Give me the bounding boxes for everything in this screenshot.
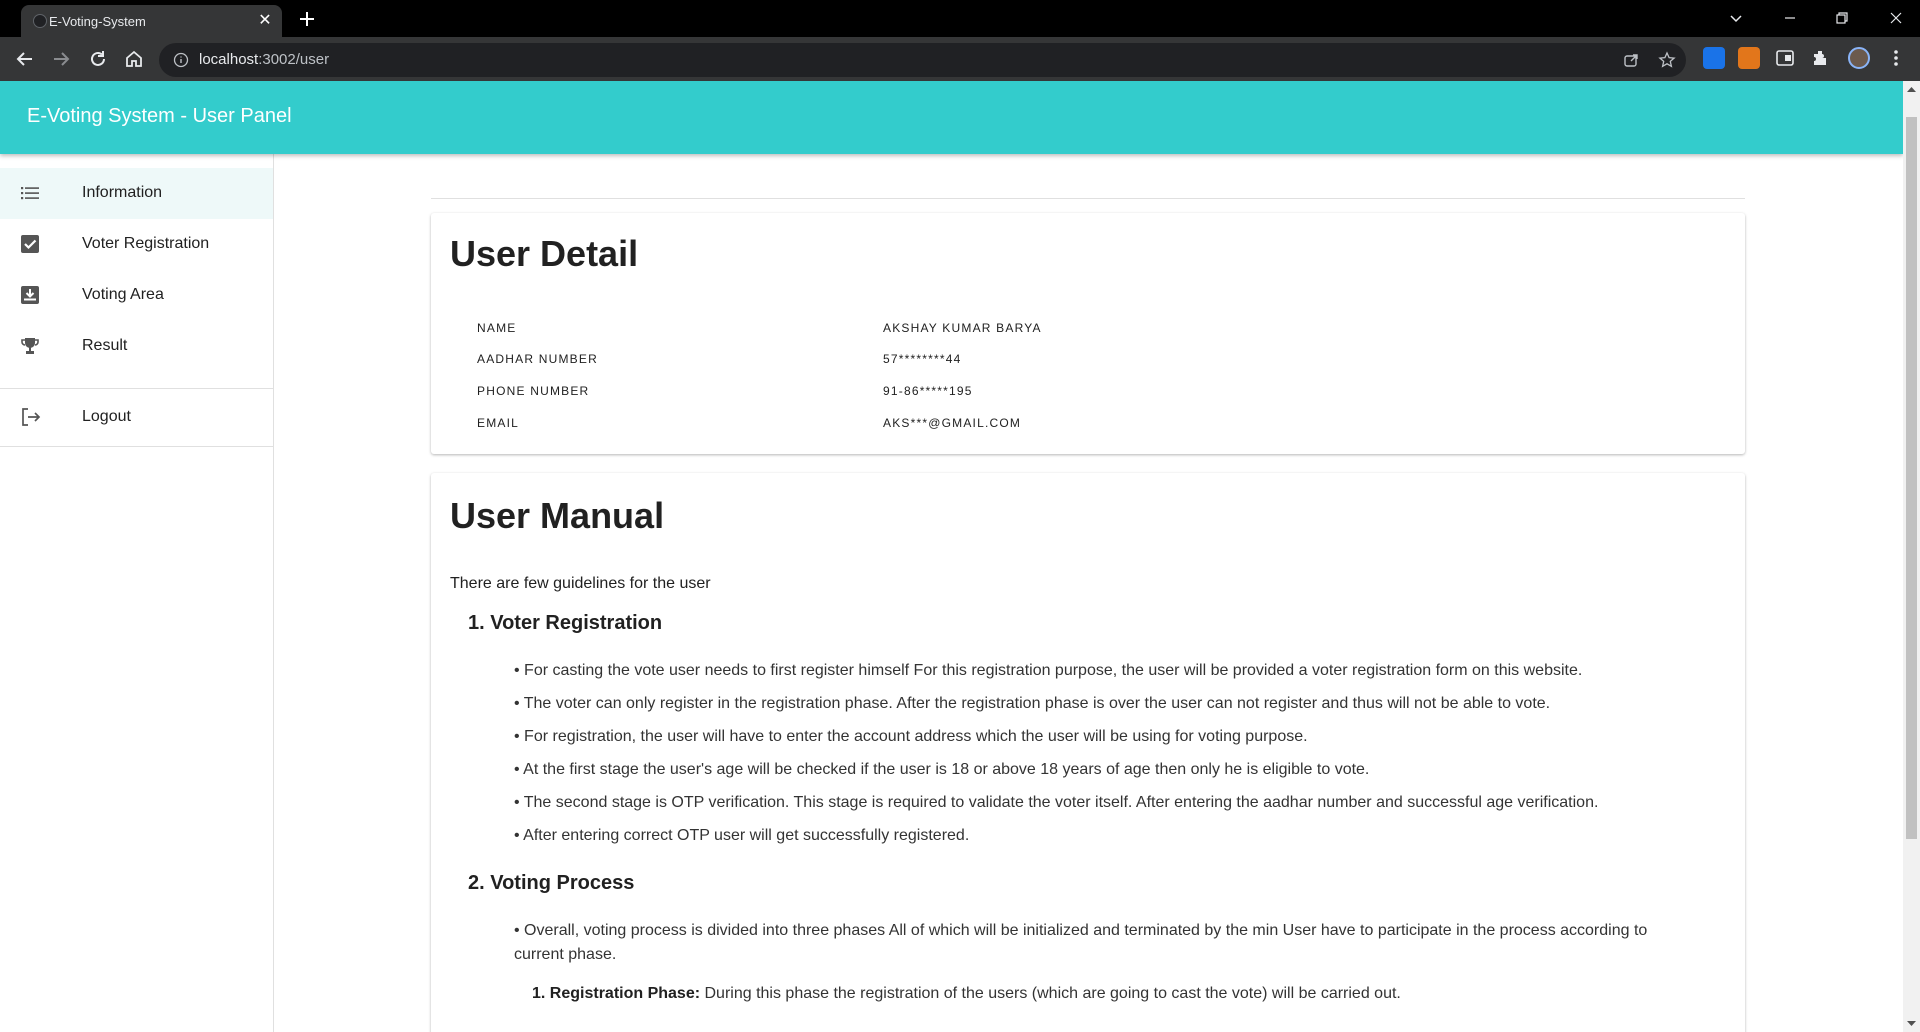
browser-tab-strip: E-Voting-System ✕	[0, 0, 1920, 37]
tab-favicon-icon	[33, 14, 47, 28]
guideline-bullet: • For casting the vote user needs to fir…	[514, 662, 1583, 679]
detail-value: 91-86*****195	[883, 384, 973, 398]
detail-key: EMAIL	[477, 416, 520, 430]
page-viewport: E-Voting System - User Panel Information…	[0, 81, 1903, 1032]
detail-row-phone: PHONE NUMBER 91-86*****195	[477, 376, 1717, 406]
sidebar-divider	[0, 446, 273, 447]
extension-metamask-icon[interactable]	[1738, 47, 1760, 69]
profile-avatar[interactable]	[1848, 47, 1870, 69]
app-bar: E-Voting System - User Panel	[0, 81, 1903, 154]
scrollbar-thumb[interactable]	[1906, 117, 1917, 839]
detail-key: AADHAR NUMBER	[477, 352, 598, 366]
bookmark-star-icon[interactable]	[1658, 51, 1676, 69]
tab-search-chevron-icon[interactable]	[1724, 6, 1748, 30]
browser-tab[interactable]: E-Voting-System ✕	[21, 5, 282, 37]
logout-label: Logout	[82, 408, 131, 425]
share-icon[interactable]	[1622, 51, 1640, 69]
detail-row-name: NAME AKSHAY KUMAR BARYA	[477, 313, 1717, 343]
url-text: localhost:3002/user	[199, 51, 329, 68]
detail-row-email: EMAIL AKS***@GMAIL.COM	[477, 408, 1717, 438]
guideline-bullet: • After entering correct OTP user will g…	[514, 827, 970, 844]
scroll-down-arrow-icon[interactable]	[1907, 1019, 1916, 1028]
user-detail-card: User Detail NAME AKSHAY KUMAR BARYA AADH…	[431, 213, 1745, 454]
guideline-bullet: • The voter can only register in the reg…	[514, 695, 1551, 712]
guideline-bullet: • Overall, voting process is divided int…	[514, 922, 1648, 963]
url-path: :3002/user	[258, 51, 330, 68]
browser-toolbar: localhost:3002/user	[0, 37, 1920, 81]
manual-intro: There are few guidelines for the user	[450, 575, 711, 592]
site-info-icon[interactable]	[173, 52, 189, 68]
user-detail-title: User Detail	[450, 233, 639, 274]
tab-close-icon[interactable]: ✕	[255, 11, 275, 31]
close-window-icon[interactable]	[1884, 6, 1908, 30]
detail-row-aadhar: AADHAR NUMBER 57********44	[477, 344, 1717, 374]
content-divider	[431, 198, 1745, 199]
sidebar-item-information[interactable]: Information	[0, 168, 273, 219]
sidebar-item-label: Voter Registration	[82, 235, 210, 252]
sidebar-item-label: Result	[82, 337, 128, 354]
extension-reader-icon[interactable]	[1774, 47, 1796, 69]
home-icon[interactable]	[122, 47, 146, 71]
logout-icon	[22, 408, 41, 426]
tab-title: E-Voting-System	[49, 14, 146, 29]
sidebar-item-result[interactable]: Result	[0, 321, 273, 372]
app-title: E-Voting System - User Panel	[27, 105, 292, 127]
list-icon	[21, 187, 39, 200]
address-bar[interactable]: localhost:3002/user	[159, 43, 1686, 77]
extension-translate-icon[interactable]	[1703, 47, 1725, 69]
detail-key: NAME	[477, 321, 517, 335]
scroll-up-arrow-icon[interactable]	[1907, 85, 1916, 94]
restore-icon[interactable]	[1830, 6, 1854, 30]
section-heading-voting-process: 2. Voting Process	[468, 872, 635, 894]
sidebar-item-label: Information	[82, 184, 163, 201]
url-host: localhost	[199, 51, 259, 68]
main-content: User Detail NAME AKSHAY KUMAR BARYA AADH…	[274, 154, 1903, 1032]
logout-button[interactable]: Logout	[0, 392, 273, 443]
guideline-bullet: • The second stage is OTP verification. …	[514, 794, 1599, 811]
detail-key: PHONE NUMBER	[477, 384, 590, 398]
phase-label: 1. Registration Phase:	[532, 985, 701, 1002]
ballot-box-icon	[21, 286, 39, 304]
section-heading-voter-registration: 1. Voter Registration	[468, 612, 663, 634]
sidebar-item-label: Voting Area	[82, 286, 164, 303]
back-arrow-icon[interactable]	[13, 47, 37, 71]
vertical-scrollbar[interactable]	[1903, 81, 1920, 1032]
guideline-bullet: • At the first stage the user's age will…	[514, 761, 1370, 778]
user-manual-card: User Manual There are few guidelines for…	[431, 473, 1745, 1032]
extensions-puzzle-icon[interactable]	[1810, 47, 1832, 69]
sidebar-item-voting-area[interactable]: Voting Area	[0, 270, 273, 321]
detail-value: AKSHAY KUMAR BARYA	[883, 321, 1042, 335]
detail-value: AKS***@GMAIL.COM	[883, 416, 1022, 430]
phase-item-registration: 1. Registration Phase: During this phase…	[532, 985, 1712, 1003]
sidebar-divider	[0, 388, 273, 389]
checkbox-icon	[21, 235, 39, 253]
sidebar-item-voter-registration[interactable]: Voter Registration	[0, 219, 273, 270]
new-tab-icon[interactable]	[295, 7, 319, 31]
browser-menu-icon[interactable]	[1885, 47, 1907, 69]
detail-value: 57********44	[883, 352, 962, 366]
reload-icon[interactable]	[86, 47, 110, 71]
sidebar: Information Voter Registration Voting Ar…	[0, 154, 274, 1032]
trophy-icon	[21, 338, 39, 354]
user-manual-title: User Manual	[450, 495, 665, 536]
guideline-bullet: • For registration, the user will have t…	[514, 728, 1308, 745]
forward-arrow-icon[interactable]	[49, 47, 73, 71]
minimize-icon[interactable]	[1778, 6, 1802, 30]
phase-text: During this phase the registration of th…	[700, 985, 1401, 1002]
